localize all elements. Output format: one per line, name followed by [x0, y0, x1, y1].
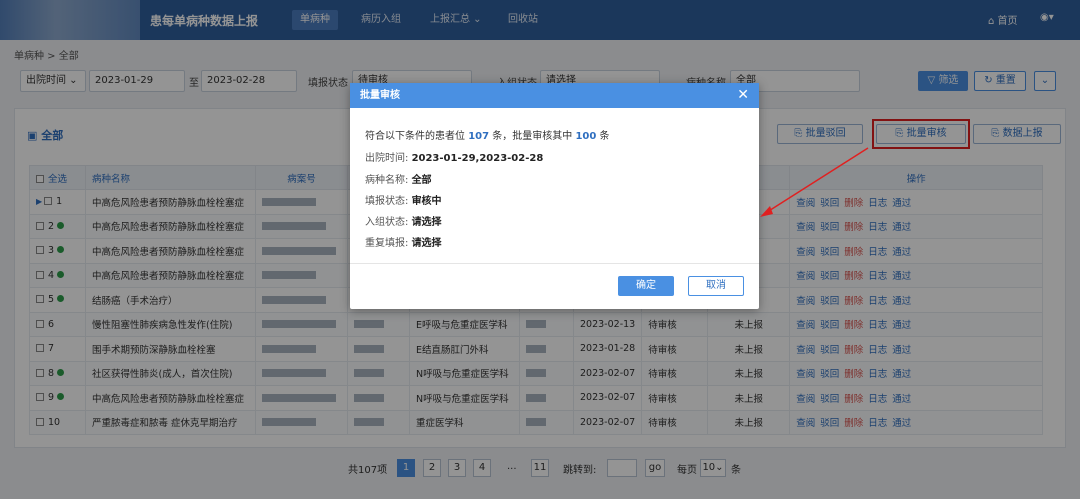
field-value: 请选择 [411, 217, 442, 228]
summary-count: 107 [468, 131, 490, 142]
dialog-summary: 符合以下条件的患者位 107 条，批量审核其中 100 条 [365, 127, 610, 142]
dialog-field-disease: 病种名称: 全部 [365, 171, 432, 186]
dialog-title: 批量审核 [360, 90, 400, 101]
field-label: 填报状态: [365, 196, 409, 207]
field-label: 重复填报: [365, 238, 409, 249]
summary-mid: 条，批量审核其中 [492, 131, 573, 142]
confirm-button[interactable]: 确定 [618, 276, 674, 296]
batch-approve-dialog: 批量审核 ✕ 符合以下条件的患者位 107 条，批量审核其中 100 条 出院时… [350, 83, 759, 309]
dialog-header: 批量审核 ✕ [350, 83, 759, 108]
field-label: 病种名称: [365, 175, 409, 186]
summary-pre: 符合以下条件的患者位 [365, 131, 465, 142]
dialog-field-duplicate: 重复填报: 请选择 [365, 234, 442, 249]
dialog-divider [350, 263, 759, 264]
field-value: 审核中 [411, 196, 442, 207]
close-icon[interactable]: ✕ [737, 83, 749, 108]
field-label: 入组状态: [365, 217, 409, 228]
cancel-button[interactable]: 取消 [688, 276, 744, 296]
summary-batch: 100 [575, 131, 597, 142]
summary-post: 条 [599, 131, 610, 142]
dialog-field-fill-status: 填报状态: 审核中 [365, 192, 442, 207]
field-label: 出院时间: [365, 153, 409, 164]
dialog-field-discharge: 出院时间: 2023-01-29,2023-02-28 [365, 149, 543, 164]
field-value: 2023-01-29,2023-02-28 [411, 153, 544, 164]
dialog-field-group-status: 入组状态: 请选择 [365, 213, 442, 228]
field-value: 全部 [411, 175, 432, 186]
field-value: 请选择 [411, 238, 442, 249]
